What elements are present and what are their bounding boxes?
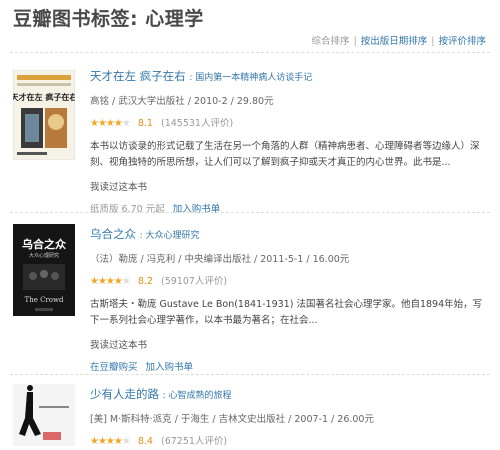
cover-image: 天才在左 疯子在右 — [11, 69, 77, 161]
sort-by-date-link[interactable]: 按出版日期排序 — [361, 36, 428, 47]
buy-row: 在豆瓣购买 加入购书单 — [90, 359, 488, 373]
book-title-row: 乌合之众 : 大众心理研究 — [90, 226, 488, 242]
cover-title: 乌合之众 — [22, 237, 67, 251]
book-cover[interactable]: 天才在左 疯子在右 — [11, 69, 77, 164]
book-intro: 古斯塔夫・勒庞 Gustave Le Bon(1841-1931) 法国著名社会… — [90, 299, 483, 326]
read-status: 我读过这本书 — [90, 182, 148, 193]
paper-price: 纸质版 6.70 元起 — [90, 204, 165, 215]
book-title-row: 天才在左 疯子在右 : 国内第一本精神病人访谈手记 — [90, 68, 488, 84]
book-title-link[interactable]: 乌合之众 — [90, 227, 136, 241]
book-title-link[interactable]: 天才在左 疯子在右 — [90, 69, 186, 83]
cover-subtitle: 大众心理研究 — [29, 252, 59, 259]
rating-count: (59107人评价) — [161, 276, 228, 287]
cover-english-title: The Crowd — [25, 296, 64, 304]
book-info: 乌合之众 : 大众心理研究 （法）勒庞 / 冯克利 / 中央编译出版社 / 20… — [90, 226, 488, 373]
cover-title: 天才在左 疯子在右 — [13, 92, 75, 102]
divider — [10, 52, 490, 53]
book-info: 少有人走的路 : 心智成熟的旅程 [美] M·斯科特·派克 / 于海生 / 吉林… — [90, 386, 488, 447]
star-rating-icon: ★★★★★ — [90, 118, 131, 129]
book-rating: ★★★★★ 8.1 (145531人评价) — [90, 115, 488, 129]
sort-separator: | — [353, 36, 357, 47]
cover-image — [13, 384, 75, 446]
sort-separator: | — [431, 36, 435, 47]
add-to-cart-link[interactable]: 加入购书单 — [146, 362, 194, 373]
sort-bar: 综合排序 | 按出版日期排序 | 按评价排序 — [312, 33, 486, 47]
book-subtitle[interactable]: : 心智成熟的旅程 — [163, 391, 232, 401]
book-intro: 本书以访谈录的形式记载了生活在另一个角落的人群（精神病患者、心理障碍者等边缘人）… — [90, 141, 480, 168]
page-title: 豆瓣图书标签: 心理学 — [13, 8, 204, 30]
rating-count: (67251人评价) — [161, 436, 228, 447]
book-publication: [美] M·斯科特·派克 / 于海生 / 吉林文史出版社 / 2007-1 / … — [90, 414, 374, 425]
book-subtitle[interactable]: : 国内第一本精神病人访谈手记 — [189, 73, 312, 83]
read-status: 我读过这本书 — [90, 340, 148, 351]
rating-score: 8.4 — [137, 436, 153, 447]
book-rating: ★★★★★ 8.2 (59107人评价) — [90, 273, 488, 287]
book-publication: 高铭 / 武汉大学出版社 / 2010-2 / 29.80元 — [90, 96, 274, 107]
rating-score: 8.1 — [137, 118, 153, 129]
rating-score: 8.2 — [137, 276, 153, 287]
book-subtitle[interactable]: : 大众心理研究 — [140, 231, 200, 241]
star-rating-icon: ★★★★★ — [90, 276, 131, 287]
book-cover[interactable] — [13, 384, 75, 450]
add-to-cart-link[interactable]: 加入购书单 — [173, 204, 221, 215]
divider — [10, 212, 490, 213]
cover-image: 乌合之众 大众心理研究 The Crowd — [13, 224, 75, 316]
book-cover[interactable]: 乌合之众 大众心理研究 The Crowd — [13, 224, 75, 320]
star-rating-icon: ★★★★★ — [90, 436, 131, 447]
book-info: 天才在左 疯子在右 : 国内第一本精神病人访谈手记 高铭 / 武汉大学出版社 /… — [90, 68, 488, 215]
sort-comprehensive[interactable]: 综合排序 — [312, 36, 350, 47]
book-publication: （法）勒庞 / 冯克利 / 中央编译出版社 / 2011-5-1 / 16.00… — [90, 254, 350, 265]
rating-count: (145531人评价) — [161, 118, 234, 129]
buy-on-douban-link[interactable]: 在豆瓣购买 — [90, 362, 138, 373]
book-title-row: 少有人走的路 : 心智成熟的旅程 — [90, 386, 488, 402]
divider — [10, 374, 490, 375]
book-title-link[interactable]: 少有人走的路 — [90, 387, 159, 401]
sort-by-rating-link[interactable]: 按评价排序 — [438, 36, 486, 47]
